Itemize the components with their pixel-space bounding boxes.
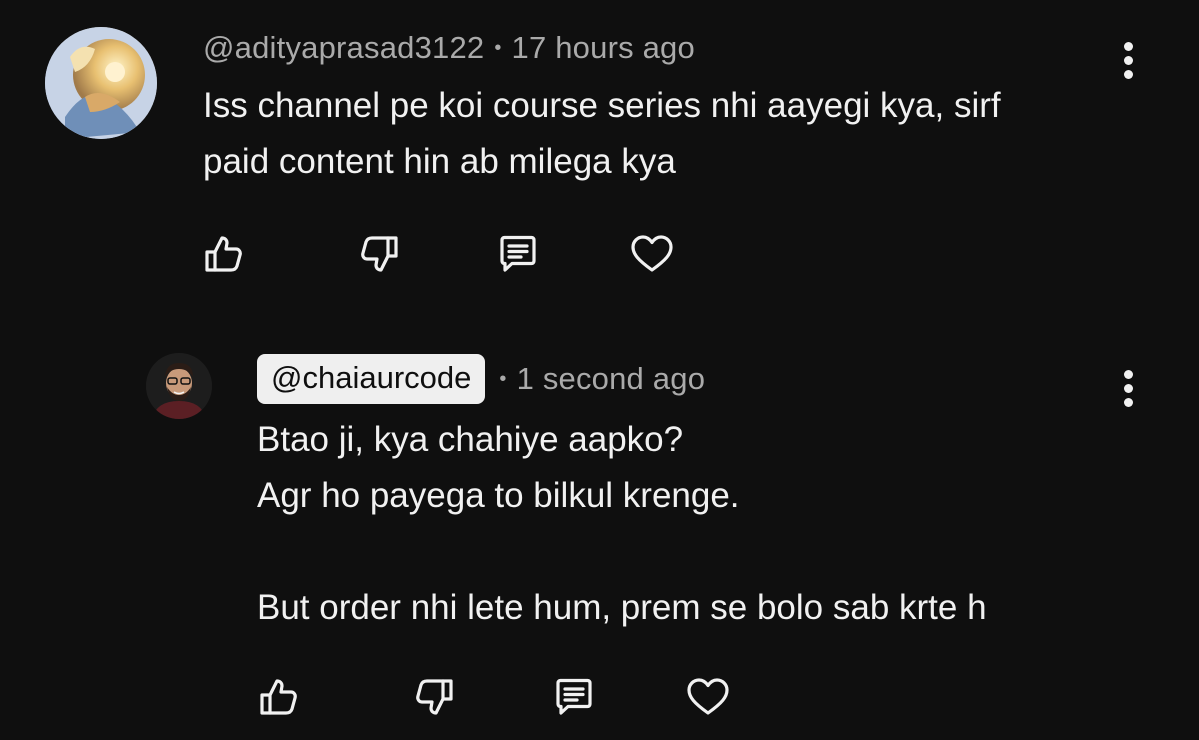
avatar-image (146, 353, 212, 419)
avatar[interactable] (45, 27, 157, 139)
comment-line: Iss channel pe koi course series nhi aay… (203, 86, 1001, 125)
reply-more-icon[interactable] (1121, 370, 1135, 410)
dislike-icon[interactable] (411, 673, 459, 721)
reply-line: But order nhi lete hum, prem se bolo sab… (257, 588, 987, 627)
like-icon[interactable] (199, 230, 247, 278)
comment-line: paid content hin ab milega kya (203, 142, 676, 181)
reply-icon[interactable] (494, 230, 542, 278)
heart-icon[interactable] (684, 673, 732, 721)
reply-line-blank (257, 524, 987, 580)
reply-avatar[interactable] (146, 353, 212, 419)
heart-icon[interactable] (628, 230, 676, 278)
comment-author[interactable]: @adityaprasad3122 (203, 30, 484, 65)
reply-meta: @chaiaurcode • 1 second ago (257, 353, 705, 405)
meta-separator: • (494, 37, 502, 59)
reply-body: Btao ji, kya chahiye aapko? Agr ho payeg… (257, 412, 987, 636)
comment-meta: @adityaprasad3122 • 17 hours ago (203, 30, 695, 66)
reply-author-chip[interactable]: @chaiaurcode (257, 354, 486, 404)
avatar-image (45, 27, 157, 139)
comment-time: 17 hours ago (511, 30, 695, 65)
dislike-icon[interactable] (356, 230, 404, 278)
comment-body: Iss channel pe koi course series nhi aay… (203, 78, 1001, 190)
reply-icon[interactable] (550, 673, 598, 721)
reply-time: 1 second ago (516, 361, 706, 396)
reply-line: Btao ji, kya chahiye aapko? (257, 420, 684, 459)
reply-line: Agr ho payega to bilkul krenge. (257, 476, 740, 515)
like-icon[interactable] (254, 673, 302, 721)
meta-separator: • (499, 368, 507, 390)
comment-more-icon[interactable] (1121, 42, 1135, 82)
